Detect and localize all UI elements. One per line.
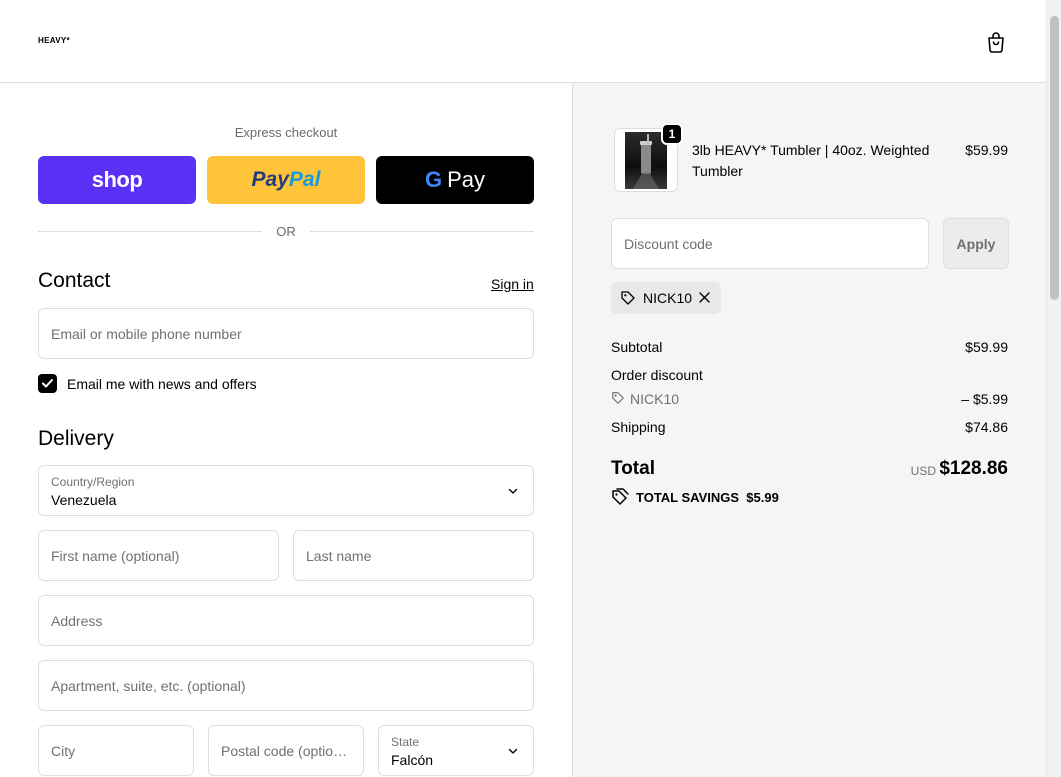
postal-code-placeholder: Postal code (optional) xyxy=(221,743,351,759)
total-savings-label: TOTAL SAVINGS xyxy=(636,490,740,505)
address-placeholder: Address xyxy=(51,613,103,629)
shipping-label: Shipping xyxy=(611,419,666,435)
last-name-field[interactable]: Last name xyxy=(293,530,534,581)
sign-in-link[interactable]: Sign in xyxy=(491,276,534,292)
checkmark-icon xyxy=(42,379,53,388)
first-name-placeholder: First name (optional) xyxy=(51,548,180,564)
subtotal-label: Subtotal xyxy=(611,339,663,355)
product-price: $59.99 xyxy=(965,142,1008,158)
discount-code-placeholder: Discount code xyxy=(624,236,713,252)
google-pay-label: Pay xyxy=(447,167,486,192)
order-summary-column: 1 3lb HEAVY* Tumbler | 40oz. Weighted Tu… xyxy=(572,83,1046,777)
country-value: Venezuela xyxy=(51,492,117,508)
chevron-down-icon xyxy=(508,488,518,494)
paypal-label-pay: Pay xyxy=(251,168,289,191)
applied-discount-chip: NICK10 xyxy=(611,282,721,314)
quantity-badge: 1 xyxy=(661,123,683,145)
store-logo[interactable]: HEAVY* xyxy=(38,36,70,45)
page-header: HEAVY* xyxy=(0,0,1046,83)
total-savings-text: TOTAL SAVINGS $5.99 xyxy=(636,490,779,505)
close-icon[interactable] xyxy=(698,291,711,304)
contact-heading: Contact xyxy=(38,269,111,292)
apartment-field[interactable]: Apartment, suite, etc. (optional) xyxy=(38,660,534,711)
city-placeholder: City xyxy=(51,743,76,759)
currency-code: USD xyxy=(910,464,936,478)
order-discount-label: Order discount xyxy=(611,367,703,383)
chevron-down-icon xyxy=(508,748,518,754)
applied-discount-code: NICK10 xyxy=(643,290,693,306)
checkout-form-column: Express checkout shop Pay Pal G Pay OR Con… xyxy=(0,83,572,777)
discount-code-field[interactable]: Discount code xyxy=(611,218,929,269)
last-name-placeholder: Last name xyxy=(306,548,372,564)
or-divider: OR xyxy=(38,223,534,241)
google-g-icon: G xyxy=(424,167,443,192)
country-select[interactable]: Country/Region Venezuela xyxy=(38,465,534,516)
discount-code-label: NICK10 xyxy=(630,391,680,407)
apartment-placeholder: Apartment, suite, etc. (optional) xyxy=(51,678,246,694)
subtotal-value: $59.99 xyxy=(965,339,1008,355)
first-name-field[interactable]: First name (optional) xyxy=(38,530,279,581)
google-pay-button[interactable]: G Pay xyxy=(376,156,534,204)
email-field[interactable]: Email or mobile phone number xyxy=(38,308,534,359)
shop-pay-button[interactable]: shop xyxy=(38,156,196,204)
express-checkout-label: Express checkout xyxy=(234,125,338,140)
total-value: $128.86 xyxy=(939,458,1008,479)
savings-tag-icon xyxy=(612,488,629,505)
shop-pay-label: shop xyxy=(91,167,143,192)
city-field[interactable]: City xyxy=(38,725,194,776)
paypal-button[interactable]: Pay Pal xyxy=(207,156,365,204)
tag-icon xyxy=(621,291,635,305)
product-name: 3lb HEAVY* Tumbler | 40oz. Weighted Tumb… xyxy=(692,142,930,179)
tag-icon xyxy=(611,391,625,405)
shopping-bag-icon[interactable] xyxy=(984,30,1008,54)
state-value: Falcón xyxy=(391,752,434,768)
newsletter-checkbox[interactable] xyxy=(38,374,57,393)
total-label: Total xyxy=(611,458,655,479)
apply-discount-button[interactable]: Apply xyxy=(943,218,1009,269)
postal-code-field[interactable]: Postal code (optional) xyxy=(208,725,364,776)
shipping-value: $74.86 xyxy=(965,419,1008,435)
state-label: State xyxy=(391,735,420,749)
delivery-heading: Delivery xyxy=(38,427,114,450)
divider-line-right xyxy=(310,231,534,232)
newsletter-label: Email me with news and offers xyxy=(67,376,257,392)
paypal-label-pal: Pal xyxy=(288,168,321,191)
page-scrollbar[interactable] xyxy=(1046,0,1061,777)
total-savings-value: $5.99 xyxy=(746,490,779,505)
state-select[interactable]: State Falcón xyxy=(378,725,534,776)
discount-value: – $5.99 xyxy=(961,391,1008,407)
email-placeholder: Email or mobile phone number xyxy=(51,326,242,342)
country-label: Country/Region xyxy=(51,475,135,489)
scrollbar-thumb[interactable] xyxy=(1050,16,1059,300)
address-field[interactable]: Address xyxy=(38,595,534,646)
